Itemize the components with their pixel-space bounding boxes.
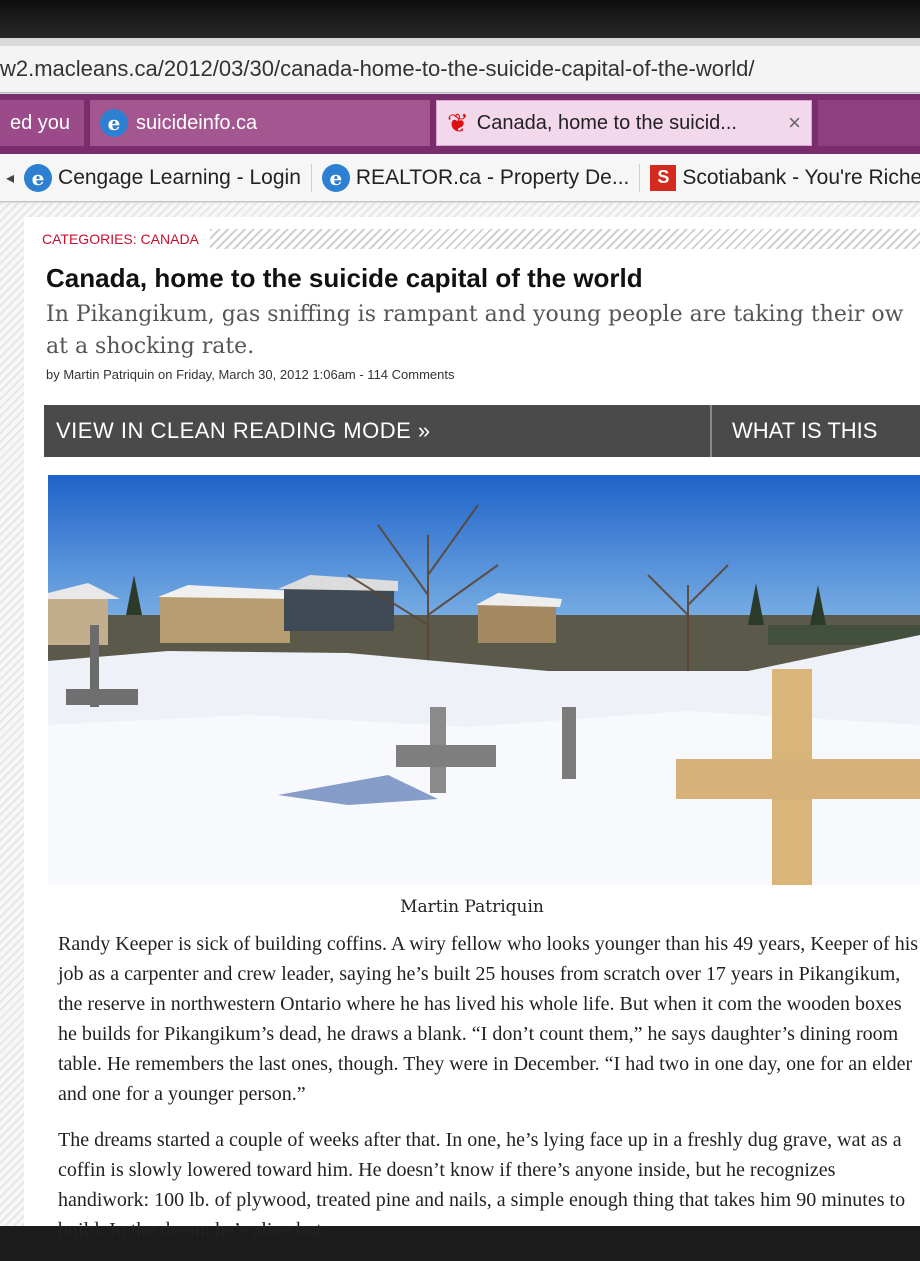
category-label: CATEGORIES: [42, 231, 137, 247]
ie-icon: e [24, 163, 53, 192]
article-photo [48, 475, 920, 885]
tab-label: ed you [10, 111, 71, 134]
what-is-this-button[interactable]: WHAT IS THIS [710, 405, 920, 457]
decorative-hatch [210, 229, 920, 249]
tab-label: suicideinfo.ca [136, 111, 258, 134]
bookmark-label: REALTOR.ca - Property De... [355, 165, 630, 189]
tab-new[interactable] [818, 100, 920, 146]
maple-leaf-icon: ❦ [447, 107, 469, 138]
url-text[interactable]: w2.macleans.ca/2012/03/30/canada-home-to… [0, 56, 755, 82]
bookmark-realtor[interactable]: e REALTOR.ca - Property De... [321, 163, 641, 192]
page-background: CATEGORIES: CANADA Canada, home to the s… [0, 203, 920, 1241]
tab-active-macleans[interactable]: ❦ Canada, home to the suicid... × [436, 100, 812, 146]
close-tab-icon[interactable]: × [788, 110, 801, 136]
monitor-bezel [0, 0, 920, 40]
favorites-bar: ◂ e Cengage Learning - Login e REALTOR.c… [0, 154, 920, 202]
tab-strip: ed you e suicideinfo.ca ❦ Canada, home t… [0, 94, 920, 154]
ie-icon: e [100, 109, 128, 137]
article-byline[interactable]: by Martin Patriquin on Friday, March 30,… [46, 367, 454, 382]
ie-icon: e [321, 163, 350, 192]
article-container: CATEGORIES: CANADA Canada, home to the s… [24, 217, 920, 1241]
tab-suicideinfo[interactable]: e suicideinfo.ca [90, 100, 430, 146]
clean-reading-mode-button[interactable]: VIEW IN CLEAN READING MODE » [44, 405, 708, 457]
address-bar[interactable]: w2.macleans.ca/2012/03/30/canada-home-to… [0, 46, 920, 93]
chevron-left-icon[interactable]: ◂ [6, 168, 14, 188]
bookmark-scotiabank[interactable]: S Scotiabank - You're Riche [650, 164, 920, 191]
article-body: Randy Keeper is sick of building coffins… [58, 929, 920, 1261]
article-dek: In Pikangikum, gas sniffing is rampant a… [46, 302, 904, 359]
article-paragraph: Randy Keeper is sick of building coffins… [58, 933, 919, 1105]
article-title: Canada, home to the suicide capital of t… [46, 263, 643, 293]
category-tag[interactable]: CATEGORIES: CANADA [38, 229, 203, 249]
bookmark-label: Scotiabank - You're Riche [682, 165, 920, 189]
tab-previous[interactable]: ed you [0, 100, 84, 146]
reading-mode-bar: VIEW IN CLEAN READING MODE » WHAT IS THI… [44, 405, 920, 457]
article-paragraph: The dreams started a couple of weeks aft… [58, 1129, 906, 1241]
bookmark-label: Cengage Learning - Login [58, 165, 301, 189]
browser-window: w2.macleans.ca/2012/03/30/canada-home-to… [0, 38, 920, 1241]
photo-caption: Martin Patriquin [400, 897, 544, 917]
scotiabank-icon: S [650, 164, 677, 191]
category-link[interactable]: CANADA [141, 231, 199, 247]
bookmark-cengage[interactable]: e Cengage Learning - Login [24, 163, 312, 192]
tab-label: Canada, home to the suicid... [476, 111, 737, 134]
